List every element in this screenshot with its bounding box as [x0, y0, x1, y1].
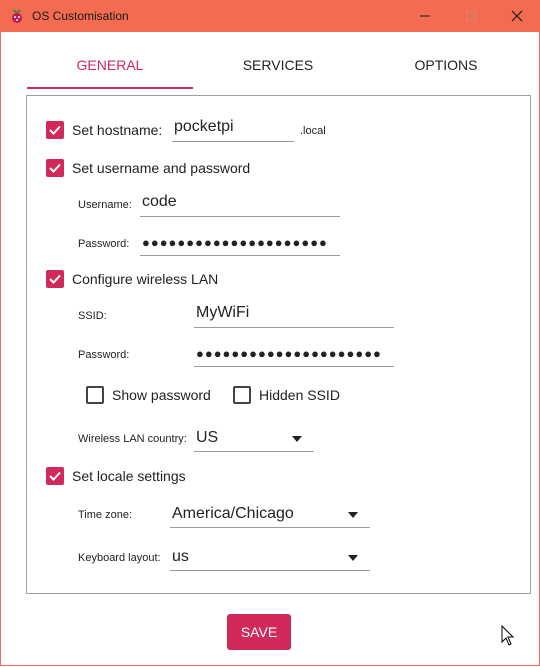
hostname-suffix: .local	[300, 125, 326, 137]
keyboard-label: Keyboard layout:	[78, 552, 161, 564]
dropdown-arrow-icon	[292, 436, 302, 442]
password-label: Password:	[78, 238, 130, 250]
close-icon	[511, 10, 523, 22]
wlan-country-label: Wireless LAN country:	[78, 433, 187, 445]
save-button[interactable]: SAVE	[227, 614, 291, 650]
tab-general[interactable]: GENERAL	[26, 46, 194, 88]
wlan-password-value: ●●●●●●●●●●●●●●●●●●●●●	[196, 346, 382, 361]
timezone-select[interactable]: America/Chicago	[170, 503, 370, 528]
checkmark-icon	[49, 471, 61, 481]
user-label: Set username and password	[72, 160, 251, 176]
ssid-input[interactable]: MyWiFi	[194, 303, 394, 328]
tab-services[interactable]: SERVICES	[194, 46, 362, 88]
window-title: OS Customisation	[32, 9, 129, 23]
ssid-label: SSID:	[78, 310, 107, 322]
wlan-label: Configure wireless LAN	[72, 271, 219, 287]
wlan-country-select[interactable]: US	[194, 427, 314, 452]
user-checkbox[interactable]	[46, 159, 64, 177]
keyboard-select[interactable]: us	[170, 546, 370, 571]
username-label: Username:	[78, 199, 132, 211]
locale-checkbox[interactable]	[46, 467, 64, 485]
raspberry-pi-app-icon	[9, 8, 25, 24]
wlan-password-input[interactable]: ●●●●●●●●●●●●●●●●●●●●●	[194, 342, 394, 367]
user-password-value: ●●●●●●●●●●●●●●●●●●●●●	[142, 235, 328, 250]
wlan-country-value: US	[196, 429, 219, 446]
mouse-cursor-icon	[501, 624, 515, 652]
show-password-checkbox[interactable]	[86, 386, 104, 404]
user-password-input[interactable]: ●●●●●●●●●●●●●●●●●●●●●	[140, 231, 340, 256]
checkmark-icon	[49, 163, 61, 173]
ssid-value: MyWiFi	[196, 304, 250, 321]
timezone-value: America/Chicago	[172, 505, 294, 522]
hostname-input[interactable]: pocketpi	[172, 117, 294, 142]
show-password-label: Show password	[112, 387, 211, 403]
username-value: code	[142, 193, 177, 210]
keyboard-value: us	[172, 548, 189, 565]
wlan-checkbox[interactable]	[46, 270, 64, 288]
dropdown-arrow-icon	[348, 512, 358, 518]
checkmark-icon	[49, 274, 61, 284]
hostname-value: pocketpi	[174, 118, 234, 135]
hostname-label: Set hostname:	[72, 122, 163, 138]
checkmark-icon	[49, 125, 61, 135]
maximize-button[interactable]	[448, 0, 494, 32]
locale-label: Set locale settings	[72, 468, 186, 484]
timezone-label: Time zone:	[78, 509, 133, 521]
close-button[interactable]	[494, 0, 540, 32]
maximize-icon	[466, 11, 476, 21]
hostname-checkbox[interactable]	[46, 121, 64, 139]
dropdown-arrow-icon	[348, 555, 358, 561]
hidden-ssid-label: Hidden SSID	[259, 387, 340, 403]
hidden-ssid-checkbox[interactable]	[233, 386, 251, 404]
minimize-icon	[420, 15, 430, 17]
tab-options[interactable]: OPTIONS	[362, 46, 530, 88]
minimize-button[interactable]	[402, 0, 448, 32]
active-tab-indicator	[27, 87, 193, 89]
username-input[interactable]: code	[140, 192, 340, 217]
title-bar: OS Customisation	[0, 0, 540, 32]
wlan-password-label: Password:	[78, 349, 130, 361]
